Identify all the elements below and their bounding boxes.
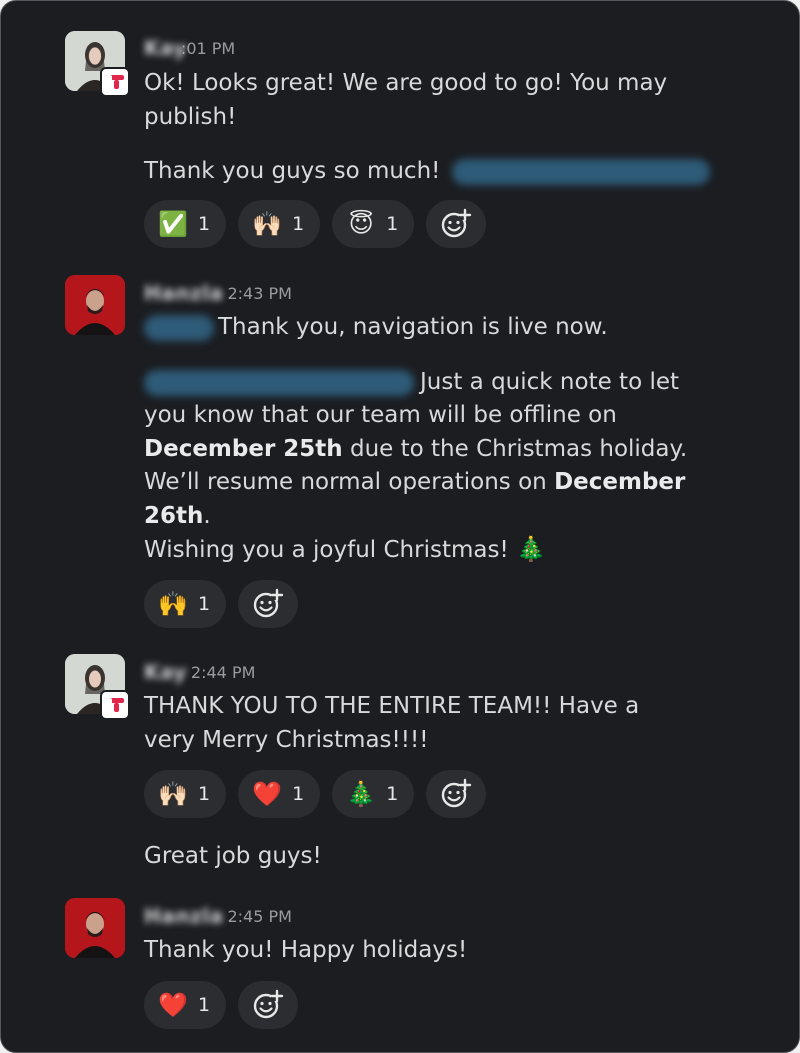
bold-text: 26th: [144, 503, 204, 529]
reaction-count: 1: [198, 994, 211, 1016]
mention-chip[interactable]: [144, 369, 414, 396]
message-text: Thank you! Happy holidays!: [144, 937, 468, 963]
add-reaction-button[interactable]: [426, 200, 487, 248]
reaction-count: 1: [292, 213, 305, 235]
add-reaction-icon: [442, 778, 472, 808]
avatar[interactable]: [65, 275, 125, 335]
message-text: Wishing you a joyful Christmas!: [144, 537, 509, 563]
message-header: Hanzla 2:43 PM: [144, 279, 292, 307]
app-badge-icon: [100, 690, 130, 720]
message-text-line: Thank you guys so much!: [144, 155, 724, 188]
add-reaction-icon: [442, 208, 472, 238]
reaction-count: 1: [198, 593, 211, 615]
message-header: Kay 2:44 PM: [144, 658, 255, 686]
message-text: you know that our team will be offline o…: [144, 402, 617, 428]
message-header: Kay :01 PM: [144, 34, 235, 62]
message-text-line: We’ll resume normal operations on Decemb…: [144, 466, 724, 499]
christmas-tree-icon: 🎄: [346, 780, 377, 808]
raising-hands-icon: 🙌🏻: [158, 780, 188, 808]
timestamp[interactable]: 2:43 PM: [227, 284, 291, 303]
timestamp[interactable]: 2:44 PM: [191, 663, 255, 682]
message-text-line: December 25th due to the Christmas holid…: [144, 433, 724, 466]
reaction-count: 1: [292, 783, 305, 805]
timestamp[interactable]: :01 PM: [181, 39, 235, 58]
reaction-count: 1: [386, 783, 399, 805]
message-text: THANK YOU TO THE ENTIRE TEAM!! Have a: [144, 693, 640, 719]
reaction-bar: 🙌🏻 1 ❤️ 1 🎄 1: [144, 770, 487, 818]
message-text-line: Thank you, navigation is live now.: [144, 311, 724, 344]
message-text: .: [203, 503, 211, 529]
message-text: Thank you guys so much!: [144, 158, 441, 184]
reaction-pill[interactable]: 🙌🏻 1: [238, 200, 321, 248]
message-text-line: 26th.: [144, 500, 724, 533]
reaction-pill[interactable]: 🎄 1: [332, 770, 415, 818]
app-badge-icon: [100, 67, 130, 97]
add-reaction-button[interactable]: [238, 981, 299, 1029]
bold-text: December 25th: [144, 436, 343, 462]
reaction-pill[interactable]: ✅ 1: [144, 200, 227, 248]
smiling-halo-icon: 😇: [348, 210, 374, 238]
raising-hands-icon: 🙌🏻: [252, 210, 283, 238]
chat-window: Kay :01 PM Ok! Looks great! We are good …: [0, 0, 800, 1053]
mention-chip[interactable]: [451, 158, 710, 185]
reaction-pill[interactable]: 🙌🏻 1: [144, 770, 227, 818]
reaction-pill[interactable]: ❤️ 1: [238, 770, 321, 818]
message-text: publish!: [144, 104, 237, 130]
mention-chip[interactable]: [144, 314, 214, 341]
reaction-count: 1: [386, 213, 399, 235]
author-name[interactable]: Hanzla: [144, 281, 223, 305]
timestamp[interactable]: 2:45 PM: [227, 907, 291, 926]
message-text: Ok! Looks great! We are good to go! You …: [144, 70, 668, 96]
red-heart-icon: ❤️: [158, 991, 188, 1019]
reaction-pill[interactable]: ❤️ 1: [144, 981, 227, 1029]
message-text: due to the Christmas holiday.: [350, 436, 688, 462]
message-text: Great job guys!: [144, 843, 322, 869]
author-name[interactable]: Hanzla: [144, 904, 223, 928]
add-reaction-icon: [253, 989, 284, 1019]
add-reaction-icon: [253, 588, 284, 618]
add-reaction-button[interactable]: [238, 580, 299, 628]
message-text: very Merry Christmas!!!!: [144, 727, 429, 753]
raising-hands-icon: 🙌: [158, 590, 188, 618]
add-reaction-button[interactable]: [426, 770, 487, 818]
author-name[interactable]: Kay: [144, 36, 187, 60]
reaction-pill[interactable]: 🙌 1: [144, 580, 227, 628]
christmas-tree-icon: 🎄: [516, 535, 546, 563]
reaction-pill[interactable]: 😇 1: [332, 200, 415, 248]
message-text-line: Just a quick note to let: [144, 366, 724, 399]
author-name[interactable]: Kay: [144, 660, 187, 684]
message-text-line: Wishing you a joyful Christmas! 🎄: [144, 533, 724, 567]
reaction-count: 1: [198, 213, 211, 235]
reaction-bar: 🙌 1: [144, 580, 299, 628]
message-header: Hanzla 2:45 PM: [144, 902, 292, 930]
check-mark-icon: ✅: [158, 210, 188, 238]
message-text: We’ll resume normal operations on: [144, 469, 547, 495]
red-heart-icon: ❤️: [252, 780, 283, 808]
reaction-count: 1: [198, 783, 211, 805]
reaction-bar: ❤️ 1: [144, 981, 299, 1029]
message-text: Thank you, navigation is live now.: [218, 314, 608, 340]
avatar[interactable]: [65, 898, 125, 958]
bold-text: December: [554, 469, 686, 495]
reaction-bar: ✅ 1 🙌🏻 1 😇 1: [144, 200, 487, 248]
message-text: Just a quick note to let: [420, 369, 680, 395]
